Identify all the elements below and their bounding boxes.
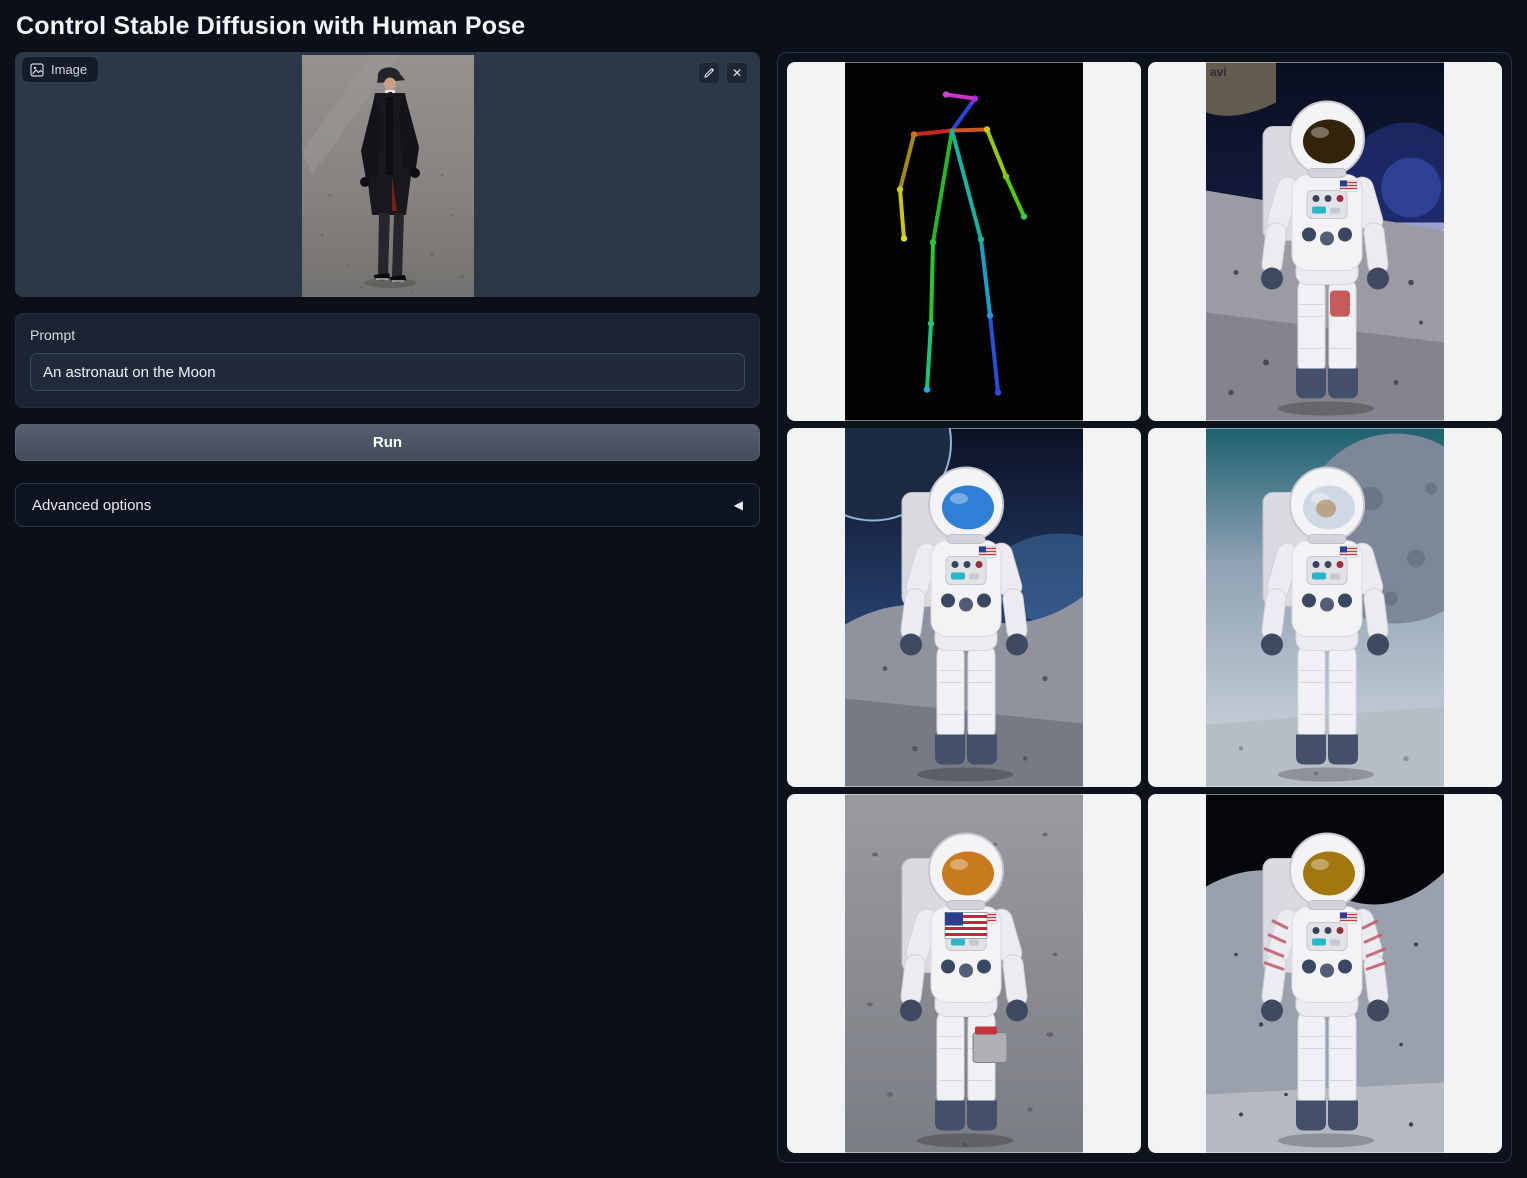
output-column: avi xyxy=(777,52,1512,1163)
page-title: Control Stable Diffusion with Human Pose xyxy=(0,0,1527,52)
main-layout: Image ✕ xyxy=(0,52,1527,1163)
gallery-item-astronaut-3[interactable] xyxy=(1148,428,1502,787)
prompt-block: Prompt xyxy=(15,313,760,408)
prompt-input[interactable] xyxy=(30,353,745,391)
image-toolbar: ✕ xyxy=(698,62,748,84)
man-in-flat-cap-long-coat-photo xyxy=(302,55,474,297)
clear-image-button[interactable]: ✕ xyxy=(726,62,748,84)
uploaded-image xyxy=(302,52,474,297)
gallery-item-astronaut-1[interactable]: avi xyxy=(1148,62,1502,421)
input-column: Image ✕ xyxy=(15,52,760,527)
close-icon: ✕ xyxy=(732,67,742,79)
gallery-item-astronaut-5[interactable] xyxy=(1148,794,1502,1153)
astronaut-image-1 xyxy=(1206,62,1444,421)
image-icon xyxy=(30,63,44,77)
image-component-label-text: Image xyxy=(51,62,87,77)
openpose-skeleton-image xyxy=(845,62,1083,421)
pencil-icon xyxy=(703,67,715,79)
advanced-options-label: Advanced options xyxy=(32,497,151,514)
astronaut-image-2 xyxy=(845,428,1083,787)
advanced-options-accordion[interactable]: Advanced options ◀ xyxy=(15,483,760,527)
run-button[interactable]: Run xyxy=(15,424,760,461)
gallery-item-astronaut-4[interactable] xyxy=(787,794,1141,1153)
image-upload-component: Image ✕ xyxy=(15,52,760,297)
gallery-item-astronaut-2[interactable] xyxy=(787,428,1141,787)
watermark-text: avi xyxy=(1210,65,1227,79)
astronaut-image-3 xyxy=(1206,428,1444,787)
astronaut-image-5 xyxy=(1206,794,1444,1153)
astronaut-image-4 xyxy=(845,794,1083,1153)
prompt-label: Prompt xyxy=(30,327,745,343)
result-gallery: avi xyxy=(777,52,1512,1163)
chest-flag-large xyxy=(945,913,987,939)
gallery-item-pose[interactable] xyxy=(787,62,1141,421)
image-component-label: Image xyxy=(21,56,99,83)
app-root: Control Stable Diffusion with Human Pose… xyxy=(0,0,1527,1178)
chevron-left-icon: ◀ xyxy=(734,498,743,512)
edit-image-button[interactable] xyxy=(698,62,720,84)
